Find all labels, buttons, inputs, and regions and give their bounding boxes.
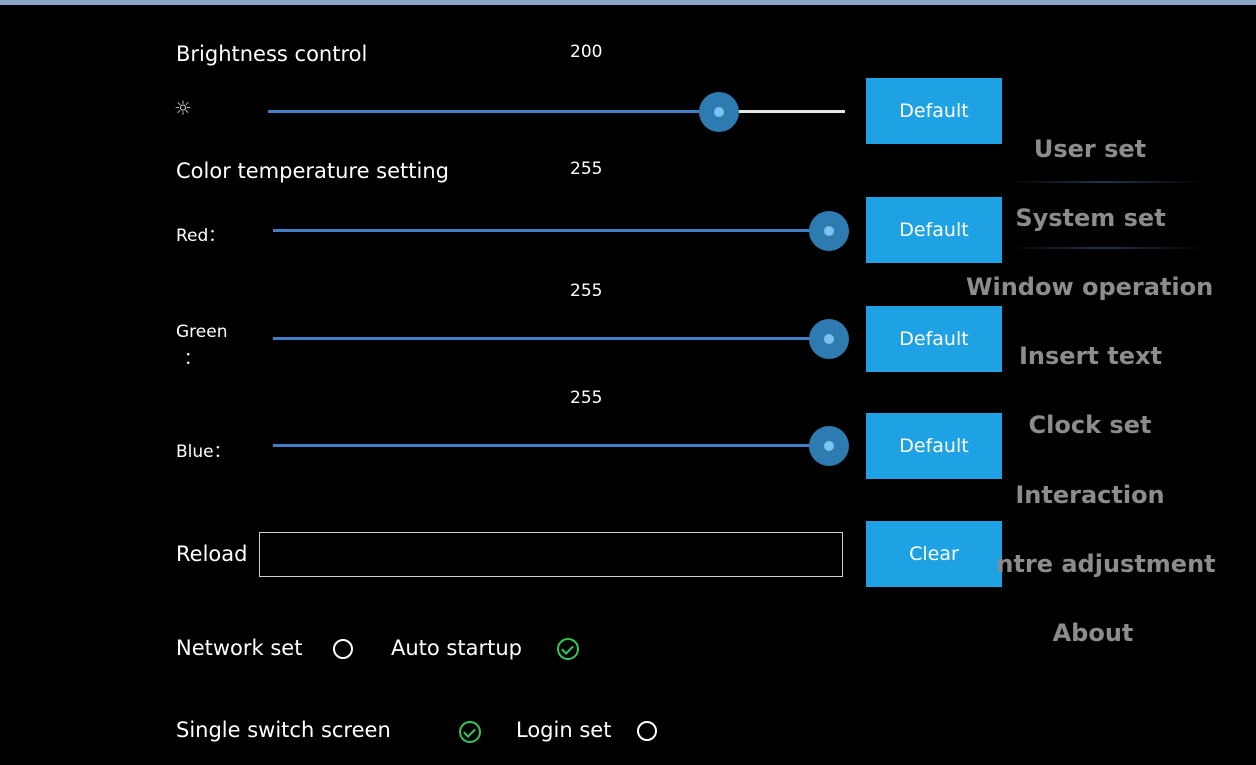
green-label-colon: ：	[184, 349, 201, 369]
menu-item-clock-set[interactable]: Clock set	[1027, 411, 1153, 439]
brightness-value: 200	[570, 42, 603, 62]
blue-label: Blue：	[176, 442, 231, 462]
single-switch-screen-check-icon[interactable]	[459, 721, 481, 743]
login-set-radio[interactable]	[637, 721, 657, 741]
menu-item-insert-text[interactable]: Insert text	[1019, 342, 1162, 370]
red-label: Red：	[176, 226, 226, 246]
menu-item-interaction[interactable]: Interaction	[1015, 481, 1165, 509]
red-slider-track[interactable]	[273, 229, 829, 232]
blue-default-button[interactable]: Default	[866, 413, 1002, 479]
menu-item-window-operation[interactable]: Window operation	[966, 273, 1213, 301]
sun-icon: ☼	[174, 96, 192, 120]
blue-slider-thumb[interactable]	[809, 426, 849, 466]
auto-startup-check-icon[interactable]	[557, 638, 579, 660]
menu-item-system-set[interactable]: System set	[1013, 204, 1168, 232]
reload-label: Reload	[176, 542, 248, 566]
green-value: 255	[570, 281, 603, 301]
login-set-label: Login set	[516, 718, 612, 742]
green-label: Green	[176, 322, 228, 342]
brightness-slider-fill[interactable]	[268, 110, 720, 113]
single-switch-screen-label: Single switch screen	[176, 718, 391, 742]
color-temp-label: Color temperature setting	[176, 159, 449, 183]
red-default-button[interactable]: Default	[866, 197, 1002, 263]
brightness-slider-thumb[interactable]	[699, 92, 739, 132]
green-default-button[interactable]: Default	[866, 306, 1002, 372]
menu-selection-divider-top	[1005, 181, 1205, 183]
reload-input[interactable]	[259, 532, 843, 577]
blue-slider-track[interactable]	[273, 444, 829, 447]
menu-item-about[interactable]: About	[1048, 619, 1138, 647]
network-set-radio[interactable]	[333, 639, 353, 659]
brightness-label: Brightness control	[176, 42, 368, 66]
green-slider-thumb[interactable]	[809, 319, 849, 359]
green-slider-track[interactable]	[273, 337, 829, 340]
menu-item-user-set[interactable]: User set	[1030, 135, 1150, 163]
brightness-default-button[interactable]: Default	[866, 78, 1002, 144]
menu-selection-divider-bottom	[1005, 247, 1205, 249]
menu-item-centre-adjustment[interactable]: ntre adjustment	[996, 550, 1216, 578]
blue-value: 255	[570, 388, 603, 408]
clear-button[interactable]: Clear	[866, 521, 1002, 587]
window-top-border	[0, 0, 1256, 5]
red-value: 255	[570, 159, 603, 179]
auto-startup-label: Auto startup	[391, 636, 522, 660]
red-slider-thumb[interactable]	[809, 211, 849, 251]
network-set-label: Network set	[176, 636, 303, 660]
